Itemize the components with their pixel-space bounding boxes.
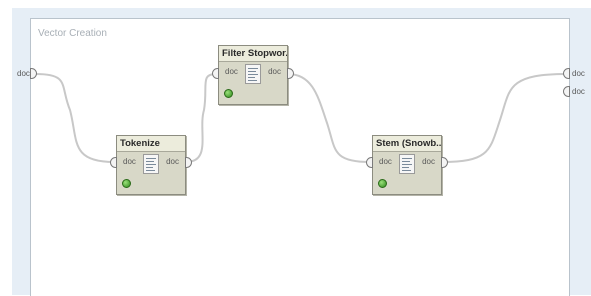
operator-title: Stem (Snowb... (373, 136, 441, 152)
operator-output-label: doc (422, 157, 435, 166)
document-icon (245, 64, 261, 84)
operator-input-label: doc (379, 157, 392, 166)
tokenize-input-port[interactable] (110, 157, 117, 168)
process-output-port-2[interactable] (563, 86, 570, 97)
stem-snowball-input-port[interactable] (366, 157, 373, 168)
operator-input-label: doc (225, 67, 238, 76)
document-icon (143, 154, 159, 174)
operator-filter-stopwords[interactable]: Filter Stopwor... doc doc (218, 45, 288, 105)
operator-output-label: doc (166, 157, 179, 166)
process-output-port-2-label: doc (572, 87, 585, 96)
operator-title: Tokenize (117, 136, 185, 152)
process-title: Vector Creation (38, 28, 107, 39)
process-output-port-1[interactable] (563, 68, 570, 79)
status-ok-icon (122, 179, 131, 188)
document-icon (399, 154, 415, 174)
operator-input-label: doc (123, 157, 136, 166)
process-canvas[interactable] (30, 18, 570, 296)
status-ok-icon (224, 89, 233, 98)
operator-stem-snowball[interactable]: Stem (Snowb... doc doc (372, 135, 442, 195)
operator-tokenize[interactable]: Tokenize doc doc (116, 135, 186, 195)
filter-stopwords-input-port[interactable] (212, 68, 219, 79)
operator-title: Filter Stopwor... (219, 46, 287, 62)
process-input-port-label: doc (17, 69, 30, 78)
status-ok-icon (378, 179, 387, 188)
process-output-port-1-label: doc (572, 69, 585, 78)
operator-output-label: doc (268, 67, 281, 76)
